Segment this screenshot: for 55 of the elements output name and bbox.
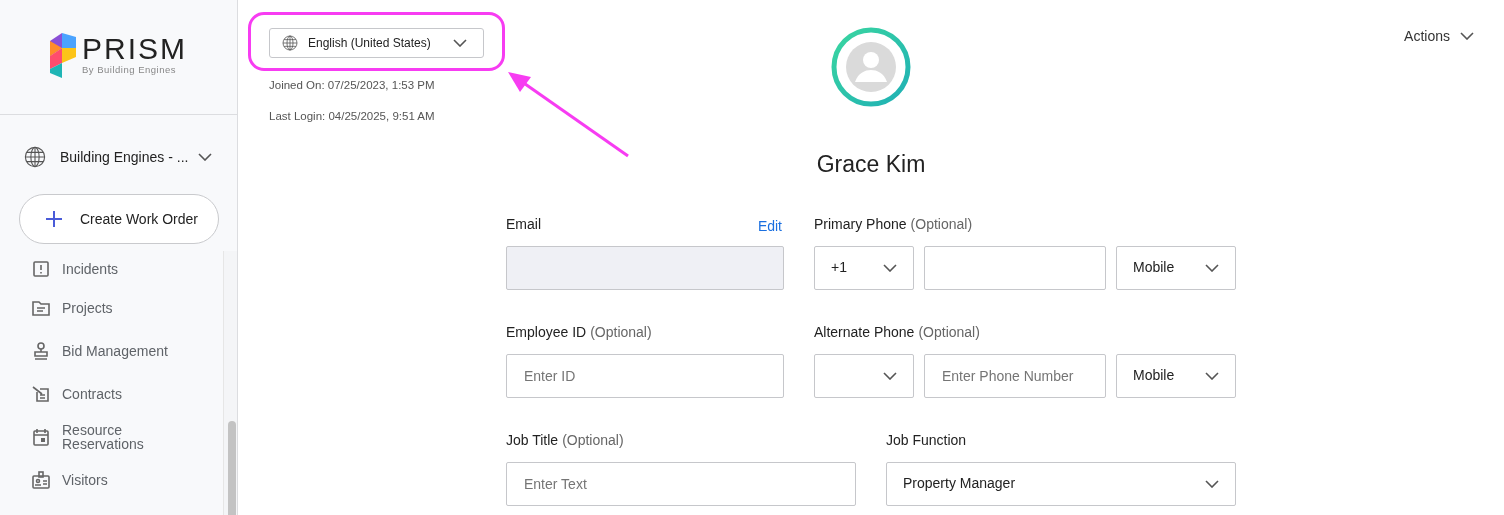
plus-icon bbox=[46, 211, 62, 227]
globe-icon bbox=[282, 35, 298, 51]
chevron-down-icon bbox=[1205, 371, 1219, 380]
language-dropdown[interactable]: English (United States) bbox=[269, 28, 484, 58]
logo-tagline: By Building Engines bbox=[82, 64, 177, 76]
folder-icon bbox=[32, 299, 50, 316]
field-label: Job Title bbox=[506, 430, 559, 450]
user-name: Grace Kim bbox=[816, 150, 926, 179]
globe-icon bbox=[24, 146, 46, 168]
calendar-icon bbox=[32, 427, 50, 446]
chevron-down-icon bbox=[1205, 479, 1219, 488]
job-function-dropdown[interactable]: Property Manager bbox=[886, 461, 1236, 506]
country-code-dropdown[interactable] bbox=[814, 353, 914, 398]
alert-box-icon bbox=[32, 259, 50, 278]
document-pen-icon bbox=[32, 384, 50, 403]
site-selector[interactable]: Building Engines - ... bbox=[24, 143, 213, 171]
nav-item[interactable]: Resource Reservations bbox=[0, 415, 223, 458]
field-label: Primary Phone bbox=[814, 214, 907, 234]
optional-tag: (Optional) bbox=[590, 321, 652, 343]
nav-item[interactable]: Visitors bbox=[0, 458, 223, 501]
scrollbar[interactable] bbox=[223, 251, 237, 515]
phone-type-dropdown[interactable]: Mobile bbox=[1116, 245, 1236, 290]
email-field[interactable] bbox=[506, 245, 784, 290]
chevron-down-icon bbox=[453, 39, 467, 47]
country-code-dropdown[interactable]: +1 bbox=[814, 245, 914, 290]
phone-number-field[interactable]: Enter Phone Number bbox=[924, 353, 1106, 398]
optional-tag: (Optional) bbox=[918, 321, 980, 343]
phone-number-field[interactable] bbox=[924, 245, 1106, 290]
field-label: Alternate Phone bbox=[814, 322, 915, 342]
logo-wordmark: PRISM bbox=[82, 34, 187, 64]
scrollbar-thumb[interactable] bbox=[228, 421, 236, 515]
chevron-down-icon bbox=[883, 263, 897, 272]
optional-tag: (Optional) bbox=[562, 429, 624, 451]
nav-item[interactable]: Incidents bbox=[0, 251, 223, 286]
chevron-down-icon bbox=[198, 153, 212, 161]
edit-link[interactable]: Edit bbox=[757, 215, 782, 237]
job-title-field[interactable]: Enter Text bbox=[506, 461, 856, 506]
id-badge-icon bbox=[32, 470, 50, 489]
field-label: Employee ID bbox=[506, 322, 587, 342]
nav-item[interactable]: Contracts bbox=[0, 372, 223, 415]
nav-item[interactable]: Projects bbox=[0, 286, 223, 329]
phone-type-dropdown[interactable]: Mobile bbox=[1116, 353, 1236, 398]
create-work-order-button[interactable]: Create Work Order bbox=[19, 194, 219, 244]
field-label: Email bbox=[506, 214, 541, 234]
actions-menu-button[interactable]: Actions bbox=[1404, 27, 1474, 45]
nav-item[interactable]: Bid Management bbox=[0, 329, 223, 372]
last-login-date: Last Login: 04/25/2025, 9:51 AM bbox=[269, 109, 436, 125]
field-label: Job Function bbox=[886, 430, 967, 450]
joined-date: Joined On: 07/25/2023, 1:53 PM bbox=[269, 78, 436, 93]
stamp-icon bbox=[32, 341, 50, 360]
optional-tag: (Optional) bbox=[910, 213, 973, 235]
chevron-down-icon bbox=[883, 371, 897, 380]
employee-id-field[interactable]: Enter ID bbox=[506, 353, 784, 398]
chevron-down-icon bbox=[1205, 263, 1219, 272]
chevron-down-icon bbox=[1460, 32, 1474, 40]
